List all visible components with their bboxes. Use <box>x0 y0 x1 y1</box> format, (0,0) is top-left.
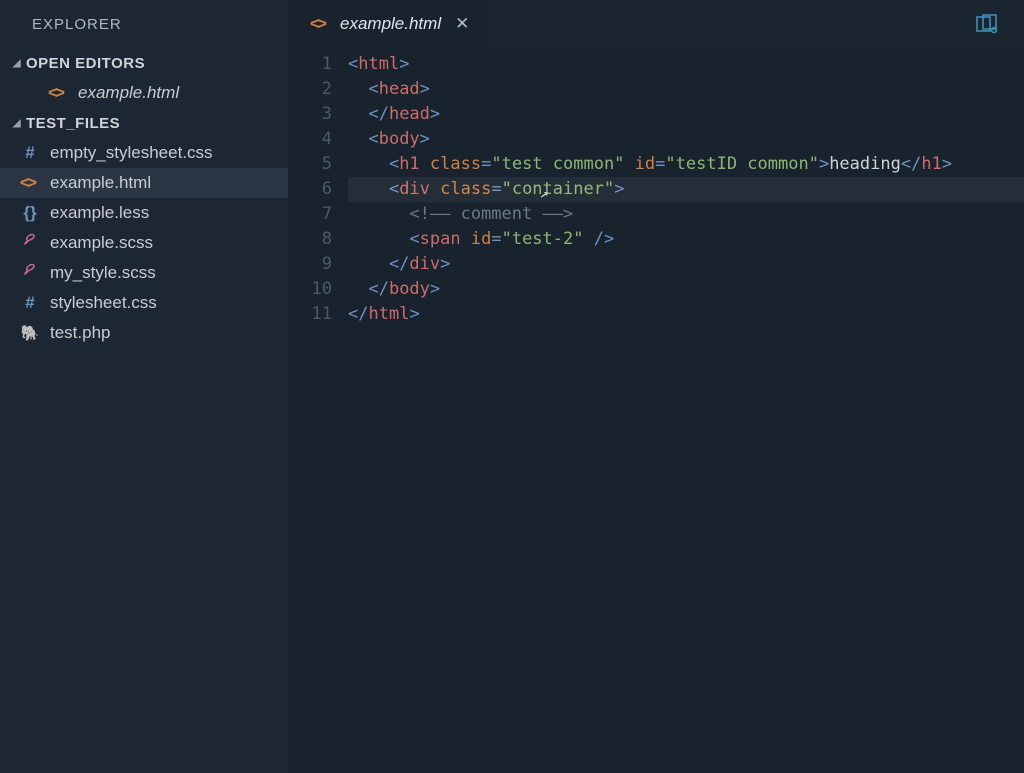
file-item[interactable]: 🐘 test.php <box>0 318 288 348</box>
folder-section[interactable]: ◢ TEST_FILES <box>0 108 288 138</box>
css-file-icon: # <box>20 143 40 163</box>
tab-example-html[interactable]: << example.html ✕ <box>288 0 489 48</box>
line-number: 8 <box>288 227 332 252</box>
line-number: 1 <box>288 52 332 77</box>
code-line[interactable]: <html> <box>348 52 1024 77</box>
line-gutter: 1234567891011 <box>288 52 348 773</box>
less-file-icon: {} <box>20 203 40 223</box>
split-editor-icon[interactable] <box>976 14 998 39</box>
line-number: 5 <box>288 152 332 177</box>
folder-label: TEST_FILES <box>26 115 120 132</box>
file-name: test.php <box>50 323 111 343</box>
file-item[interactable]: # stylesheet.css <box>0 288 288 318</box>
file-name: example.scss <box>50 233 153 253</box>
code-line[interactable]: </body> <box>348 277 1024 302</box>
html-file-icon: << <box>310 14 330 34</box>
code-line[interactable]: <span id="test-2" /> <box>348 227 1024 252</box>
line-number: 2 <box>288 77 332 102</box>
css-file-icon: # <box>20 293 40 313</box>
explorer-sidebar: EXPLORER ◢ OPEN EDITORS << example.html ◢… <box>0 0 288 773</box>
code-content[interactable]: <html> <head> </head> <body> <h1 class="… <box>348 52 1024 773</box>
file-name: example.html <box>78 83 179 103</box>
code-line[interactable]: </div> <box>348 252 1024 277</box>
file-name: example.less <box>50 203 149 223</box>
file-item[interactable]: << example.html <box>0 168 288 198</box>
editor-area: << example.html ✕ 1234567891011 <html> <… <box>288 0 1024 773</box>
line-number: 11 <box>288 302 332 327</box>
chevron-down-icon: ◢ <box>8 58 26 69</box>
code-line[interactable]: <!—— comment ——> <box>348 202 1024 227</box>
code-line[interactable]: <body> <box>348 127 1024 152</box>
file-name: empty_stylesheet.css <box>50 143 213 163</box>
code-line[interactable]: </head> <box>348 102 1024 127</box>
php-file-icon: 🐘 <box>20 324 40 342</box>
close-icon[interactable]: ✕ <box>451 12 473 36</box>
html-file-icon: << <box>48 83 68 103</box>
open-editors-section[interactable]: ◢ OPEN EDITORS <box>0 48 288 78</box>
explorer-title: EXPLORER <box>0 0 288 48</box>
tab-bar: << example.html ✕ <box>288 0 1024 48</box>
file-name: stylesheet.css <box>50 293 157 313</box>
file-item[interactable]: {} example.less <box>0 198 288 228</box>
code-line[interactable]: </html> <box>348 302 1024 327</box>
chevron-down-icon: ◢ <box>8 118 26 129</box>
file-name: my_style.scss <box>50 263 156 283</box>
file-item[interactable]: # empty_stylesheet.css <box>0 138 288 168</box>
scss-file-icon <box>20 233 40 254</box>
file-item[interactable]: example.scss <box>0 228 288 258</box>
line-number: 4 <box>288 127 332 152</box>
line-number: 10 <box>288 277 332 302</box>
line-number: 7 <box>288 202 332 227</box>
scss-file-icon <box>20 263 40 284</box>
file-name: example.html <box>50 173 151 193</box>
file-item[interactable]: my_style.scss <box>0 258 288 288</box>
code-line[interactable]: <h1 class="test common" id="testID commo… <box>348 152 1024 177</box>
html-file-icon: << <box>20 173 40 193</box>
code-line[interactable]: <head> <box>348 77 1024 102</box>
tab-filename: example.html <box>340 14 441 34</box>
line-number: 3 <box>288 102 332 127</box>
open-editor-item[interactable]: << example.html <box>0 78 288 108</box>
active-line-highlight <box>348 177 1024 202</box>
line-number: 9 <box>288 252 332 277</box>
code-editor[interactable]: 1234567891011 <html> <head> </head> <bod… <box>288 48 1024 773</box>
open-editors-label: OPEN EDITORS <box>26 55 145 72</box>
line-number: 6 <box>288 177 332 202</box>
